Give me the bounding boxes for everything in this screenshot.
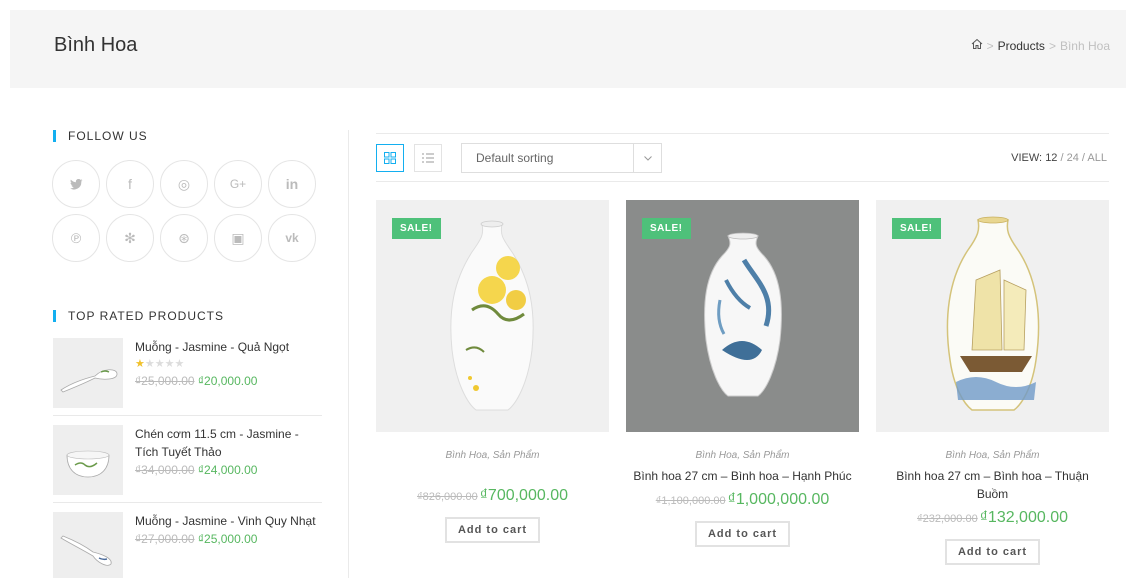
old-price: ₫27,000.00	[135, 532, 195, 546]
dribbble-icon[interactable]: ⊛	[160, 214, 208, 262]
breadcrumb-current: Bình Hoa	[1059, 38, 1110, 53]
old-price: ₫34,000.00	[135, 463, 195, 477]
view-12-link[interactable]: 12	[1045, 152, 1057, 164]
top-rated-title: TOP RATED PRODUCTS	[53, 310, 323, 322]
instagram-icon[interactable]: ◎	[160, 160, 208, 208]
twitter-icon[interactable]	[52, 160, 100, 208]
product-thumbnail[interactable]	[53, 425, 123, 495]
product-name-link[interactable]: Muỗng - Jasmine - Quả Ngọt	[135, 338, 289, 356]
sort-select[interactable]: Default sorting	[461, 143, 662, 173]
product-categories[interactable]: Bình Hoa, Sản Phẩm	[876, 450, 1109, 461]
facebook-icon[interactable]: f	[106, 160, 154, 208]
sale-badge: SALE!	[642, 218, 691, 239]
add-to-cart-button[interactable]: Add to cart	[444, 517, 541, 543]
product-card: SALE! Bình Hoa, Sản Phẩm ₫826,000.00 ₫700…	[376, 200, 609, 543]
shop-toolbar: Default sorting VIEW: 12 / 24 / ALL	[376, 133, 1109, 182]
product-price: ₫826,000.00 ₫700,000.00	[376, 487, 609, 505]
list-item[interactable]: Muỗng - Jasmine - Vinh Quy Nhạt ₫27,000.…	[53, 512, 322, 578]
product-image[interactable]: SALE!	[876, 200, 1109, 432]
sale-price: ₫24,000.00	[197, 463, 258, 477]
social-links: f ◎ G+ in ℗ ✻ ⊛ ▣ vk	[52, 160, 323, 262]
sale-price: ₫20,000.00	[197, 374, 258, 388]
google-plus-icon[interactable]: G+	[214, 160, 262, 208]
add-to-cart-button[interactable]: Add to cart	[944, 539, 1041, 565]
list-view-button[interactable]	[414, 144, 442, 172]
yelp-icon[interactable]: ✻	[106, 214, 154, 262]
product-thumbnail[interactable]	[53, 338, 123, 408]
list-item[interactable]: Chén cơm 11.5 cm - Jasmine - Tích Tuyết …	[53, 425, 322, 503]
product-name-link[interactable]: Muỗng - Jasmine - Vinh Quy Nhạt	[135, 512, 316, 530]
product-thumbnail[interactable]	[53, 512, 123, 578]
view-24-link[interactable]: 24	[1067, 152, 1079, 164]
view-all-link[interactable]: ALL	[1087, 152, 1107, 164]
sale-price: ₫1,000,000.00	[727, 491, 830, 508]
product-card: SALE! Bình Hoa, Sản Phẩm Bình hoa 27 cm …	[626, 200, 859, 547]
list-view-icon	[422, 153, 434, 163]
product-price: ₫232,000.00 ₫132,000.00	[876, 509, 1109, 527]
sale-price: ₫132,000.00	[979, 509, 1068, 526]
product-name-link[interactable]: Chén cơm 11.5 cm - Jasmine - Tích Tuyết …	[135, 425, 322, 461]
vk-icon[interactable]: vk	[268, 214, 316, 262]
product-categories[interactable]: Bình Hoa, Sản Phẩm	[626, 450, 859, 461]
star-icon: ★	[135, 358, 145, 370]
page-title: Bình Hoa	[54, 34, 138, 56]
sale-price: ₫700,000.00	[479, 487, 568, 504]
top-rated-list: Muỗng - Jasmine - Quả Ngọt ★★★★★ ₫25,000…	[53, 338, 323, 578]
breadcrumb-separator: >	[1048, 38, 1056, 53]
follow-us-title: FOLLOW US	[53, 130, 323, 142]
sale-badge: SALE!	[892, 218, 941, 239]
old-price: ₫232,000.00	[917, 513, 978, 525]
product-title-link[interactable]: Bình hoa 27 cm – Bình hoa – Thuận Buồm	[876, 467, 1109, 503]
product-image[interactable]: SALE!	[626, 200, 859, 432]
breadcrumb-products-link[interactable]: Products	[998, 39, 1045, 53]
home-icon[interactable]	[971, 38, 983, 53]
product-card: SALE! Bình Hoa, Sản Phẩm Bình hoa 27 cm …	[876, 200, 1109, 565]
sidebar: FOLLOW US f ◎ G+ in ℗ ✻ ⊛ ▣ vk TOP RATED…	[52, 130, 323, 578]
view-label: VIEW:	[1011, 152, 1043, 164]
chevron-down-icon	[633, 144, 661, 172]
sidebar-divider	[348, 130, 349, 578]
sort-selected-value: Default sorting	[476, 151, 554, 165]
flickr-icon[interactable]: ▣	[214, 214, 262, 262]
linkedin-icon[interactable]: in	[268, 160, 316, 208]
breadcrumb-separator: >	[986, 38, 994, 53]
product-categories[interactable]: Bình Hoa, Sản Phẩm	[376, 450, 609, 461]
breadcrumb: > Products > Bình Hoa	[971, 38, 1110, 53]
old-price: ₫25,000.00	[135, 374, 195, 388]
sale-badge: SALE!	[392, 218, 441, 239]
star-icon: ★★★★	[144, 358, 185, 370]
pinterest-icon[interactable]: ℗	[52, 214, 100, 262]
page-header: Bình Hoa > Products > Bình Hoa	[10, 10, 1126, 88]
product-image[interactable]: SALE!	[376, 200, 609, 432]
old-price: ₫826,000.00	[417, 491, 478, 503]
grid-view-button[interactable]	[376, 144, 404, 172]
add-to-cart-button[interactable]: Add to cart	[694, 521, 791, 547]
sale-price: ₫25,000.00	[197, 532, 258, 546]
product-price: ₫1,100,000.00 ₫1,000,000.00	[626, 491, 859, 509]
old-price: ₫1,100,000.00	[655, 495, 726, 507]
view-count: VIEW: 12 / 24 / ALL	[1011, 152, 1107, 164]
list-item[interactable]: Muỗng - Jasmine - Quả Ngọt ★★★★★ ₫25,000…	[53, 338, 322, 416]
grid-view-icon	[384, 152, 396, 164]
star-rating: ★★★★★	[135, 356, 289, 372]
product-title-link[interactable]: Bình hoa 27 cm – Bình hoa – Hạnh Phúc	[626, 467, 859, 485]
